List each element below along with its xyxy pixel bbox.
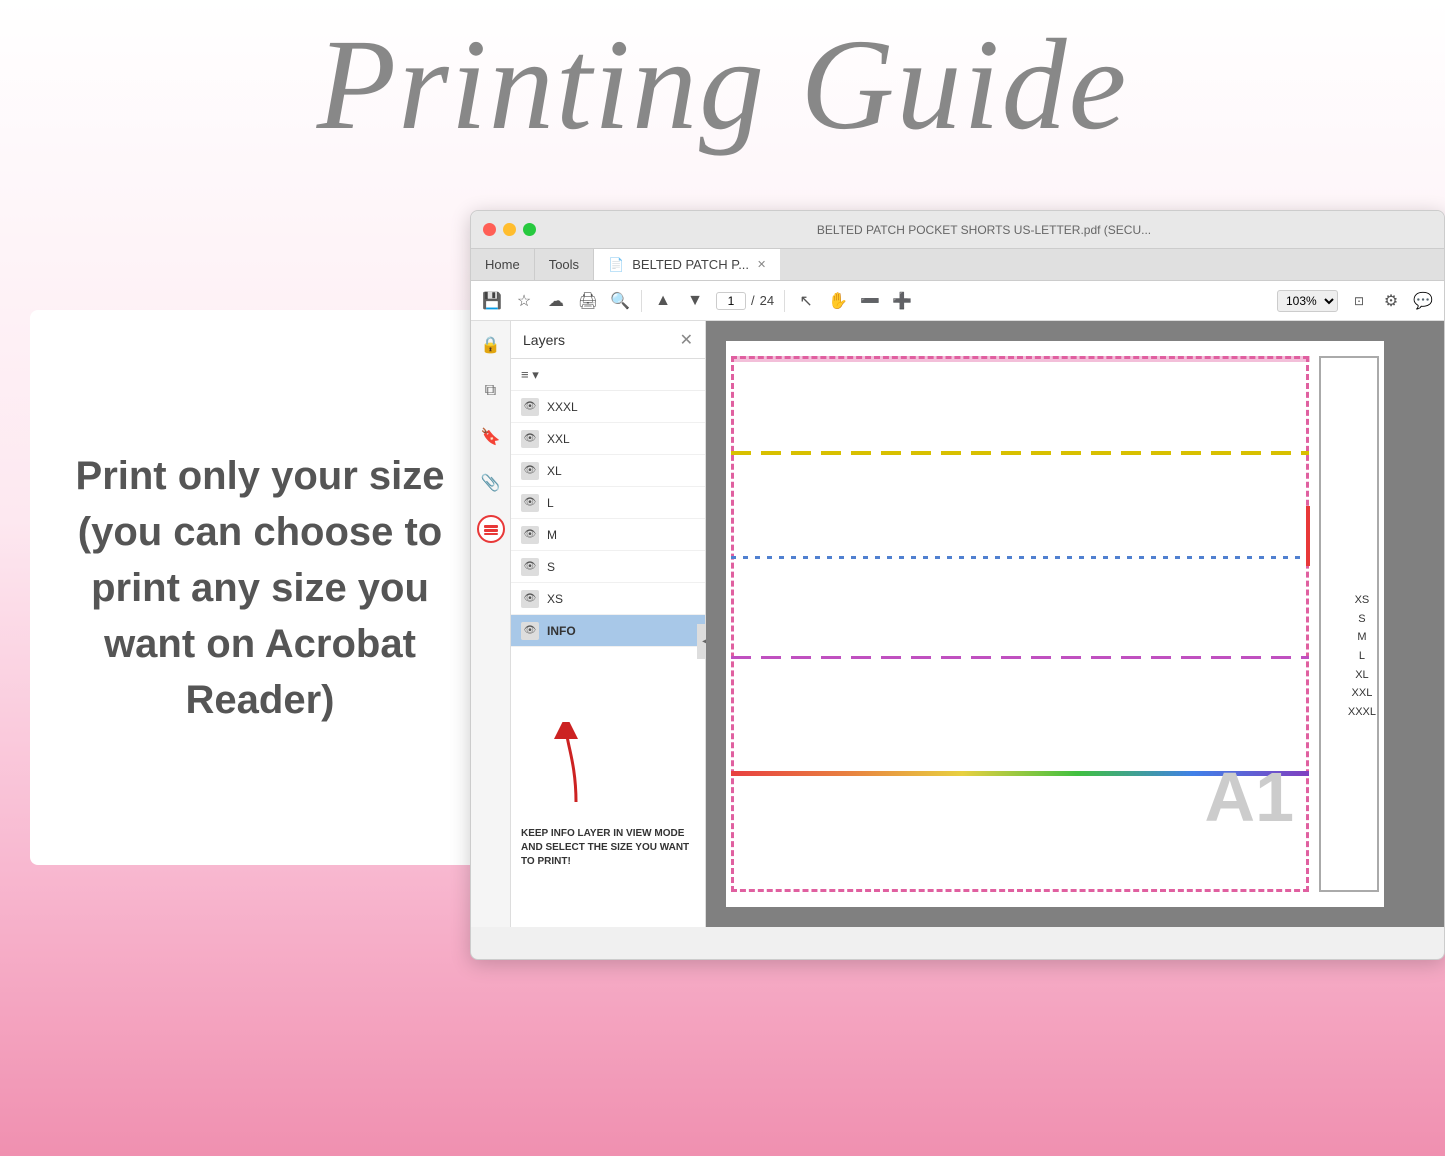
cloud-icon[interactable]: ☁ bbox=[545, 290, 567, 312]
layers-title: Layers bbox=[523, 332, 565, 348]
annotation-container: KEEP INFO LAYER IN VIEW MODE AND SELECT … bbox=[511, 807, 705, 927]
layer-name-xl: XL bbox=[547, 464, 562, 478]
layer-visibility-xl[interactable]: 👁 bbox=[521, 462, 539, 480]
size-l: L bbox=[1348, 647, 1376, 666]
layers-list: 👁 XXXL 👁 XXL 👁 XL 👁 L 👁 M bbox=[511, 391, 705, 807]
size-xs: XS bbox=[1348, 591, 1376, 610]
size-xxxl: XXXL bbox=[1348, 703, 1376, 722]
zoom-control: 103% 50% 75% 100% 125% 150% bbox=[1277, 290, 1338, 312]
layer-visibility-xxxl[interactable]: 👁 bbox=[521, 398, 539, 416]
layers-menu-icon[interactable]: ≡ ▾ bbox=[521, 367, 539, 383]
bookmark-icon[interactable]: ☆ bbox=[513, 290, 535, 312]
layer-item[interactable]: 👁 XXXL bbox=[511, 391, 705, 423]
pdf-page: XS S M L XL XXL XXXL A1 bbox=[726, 341, 1384, 907]
page-size-label-a1: A1 bbox=[1205, 757, 1294, 837]
size-m: M bbox=[1348, 628, 1376, 647]
zoom-in-icon[interactable]: ➕ bbox=[891, 290, 913, 312]
layer-visibility-m[interactable]: 👁 bbox=[521, 526, 539, 544]
paperclip-icon[interactable]: 📎 bbox=[477, 469, 505, 497]
copy-icon[interactable]: ⧉ bbox=[477, 377, 505, 405]
pdf-viewing-area[interactable]: XS S M L XL XXL XXXL A1 bbox=[706, 321, 1444, 927]
tab-tools[interactable]: Tools bbox=[535, 249, 594, 280]
layers-toolbar: ≡ ▾ bbox=[511, 359, 705, 391]
search-icon[interactable]: 🔍 bbox=[609, 290, 631, 312]
tab-home[interactable]: Home bbox=[471, 249, 535, 280]
layer-visibility-xxl[interactable]: 👁 bbox=[521, 430, 539, 448]
layer-item[interactable]: 👁 S bbox=[511, 551, 705, 583]
layer-item-info[interactable]: 👁 INFO bbox=[511, 615, 705, 647]
pdf-line-dotted-blue bbox=[731, 556, 1309, 559]
comment-icon[interactable]: 💬 bbox=[1412, 290, 1434, 312]
layer-name-info: INFO bbox=[547, 624, 576, 638]
layer-visibility-l[interactable]: 👁 bbox=[521, 494, 539, 512]
layer-name-xs: XS bbox=[547, 592, 563, 606]
pdf-icon: 📄 bbox=[608, 257, 624, 273]
prev-page-icon[interactable]: ▲ bbox=[652, 290, 674, 312]
layer-name-xxl: XXL bbox=[547, 432, 570, 446]
layers-icon[interactable] bbox=[477, 515, 505, 543]
cursor-icon[interactable]: ↖ bbox=[795, 290, 817, 312]
hand-icon[interactable]: ✋ bbox=[827, 290, 849, 312]
annotation-arrow bbox=[546, 722, 606, 812]
layer-name-m: M bbox=[547, 528, 557, 542]
close-button[interactable] bbox=[483, 223, 496, 236]
layers-header: Layers ✕ bbox=[511, 321, 705, 359]
layer-item[interactable]: 👁 L bbox=[511, 487, 705, 519]
save-icon[interactable]: 💾 bbox=[481, 290, 503, 312]
layer-name-s: S bbox=[547, 560, 555, 574]
layer-visibility-info[interactable]: 👁 bbox=[521, 622, 539, 640]
layer-item[interactable]: 👁 XS bbox=[511, 583, 705, 615]
page-total: 24 bbox=[760, 293, 774, 308]
acrobat-window: BELTED PATCH POCKET SHORTS US-LETTER.pdf… bbox=[470, 210, 1445, 960]
bookmark-sidebar-icon[interactable]: 🔖 bbox=[477, 423, 505, 451]
instruction-text: Print only your size (you can choose to … bbox=[60, 448, 460, 728]
tools-icon[interactable]: ⚙ bbox=[1380, 290, 1402, 312]
annotation-text: KEEP INFO LAYER IN VIEW MODE AND SELECT … bbox=[521, 827, 695, 869]
layer-visibility-xs[interactable]: 👁 bbox=[521, 590, 539, 608]
pdf-top-line bbox=[731, 356, 1310, 362]
traffic-lights bbox=[483, 223, 536, 236]
zoom-out-icon[interactable]: ➖ bbox=[859, 290, 881, 312]
fit-icon[interactable]: ⊡ bbox=[1348, 290, 1370, 312]
pdf-accent-red bbox=[1306, 506, 1310, 566]
layer-item[interactable]: 👁 XL bbox=[511, 455, 705, 487]
zoom-select[interactable]: 103% 50% 75% 100% 125% 150% bbox=[1277, 290, 1338, 312]
main-content: 🔒 ⧉ 🔖 📎 Layers ✕ ≡ ▾ bbox=[471, 321, 1444, 927]
title-bar: BELTED PATCH POCKET SHORTS US-LETTER.pdf… bbox=[471, 211, 1444, 249]
layer-visibility-s[interactable]: 👁 bbox=[521, 558, 539, 576]
window-title: BELTED PATCH POCKET SHORTS US-LETTER.pdf… bbox=[817, 223, 1151, 237]
lock-icon[interactable]: 🔒 bbox=[477, 331, 505, 359]
title-text: Printing Guide bbox=[317, 13, 1129, 157]
instruction-box: Print only your size (you can choose to … bbox=[30, 310, 490, 865]
layer-item[interactable]: 👁 M bbox=[511, 519, 705, 551]
layer-item[interactable]: 👁 XXL bbox=[511, 423, 705, 455]
page-title: Printing Guide bbox=[0, 10, 1445, 160]
size-labels: XS S M L XL XXL XXXL bbox=[1348, 591, 1376, 722]
page-navigator: / 24 bbox=[716, 292, 774, 310]
page-separator: / bbox=[751, 293, 755, 308]
pdf-line-purple bbox=[731, 656, 1309, 659]
sidebar-icons: 🔒 ⧉ 🔖 📎 bbox=[471, 321, 511, 927]
maximize-button[interactable] bbox=[523, 223, 536, 236]
print-icon[interactable]: 🖨 bbox=[577, 290, 599, 312]
layer-name-l: L bbox=[547, 496, 554, 510]
tab-document[interactable]: 📄 BELTED PATCH P... ✕ bbox=[594, 249, 780, 280]
size-s: S bbox=[1348, 610, 1376, 629]
size-xl: XL bbox=[1348, 666, 1376, 685]
layer-name-xxxl: XXXL bbox=[547, 400, 578, 414]
layers-panel: Layers ✕ ≡ ▾ 👁 XXXL 👁 XXL 👁 XL bbox=[511, 321, 706, 927]
toolbar-divider-2 bbox=[784, 290, 785, 312]
tab-close-button[interactable]: ✕ bbox=[757, 258, 766, 271]
tab-bar: Home Tools 📄 BELTED PATCH P... ✕ bbox=[471, 249, 1444, 281]
page-input[interactable] bbox=[716, 292, 746, 310]
toolbar: 💾 ☆ ☁ 🖨 🔍 ▲ ▼ / 24 ↖ ✋ ➖ ➕ 103% 50% 75% … bbox=[471, 281, 1444, 321]
next-page-icon[interactable]: ▼ bbox=[684, 290, 706, 312]
pdf-line-yellow bbox=[731, 451, 1309, 455]
size-xxl: XXL bbox=[1348, 684, 1376, 703]
toolbar-divider bbox=[641, 290, 642, 312]
layers-close-button[interactable]: ✕ bbox=[680, 330, 693, 350]
minimize-button[interactable] bbox=[503, 223, 516, 236]
